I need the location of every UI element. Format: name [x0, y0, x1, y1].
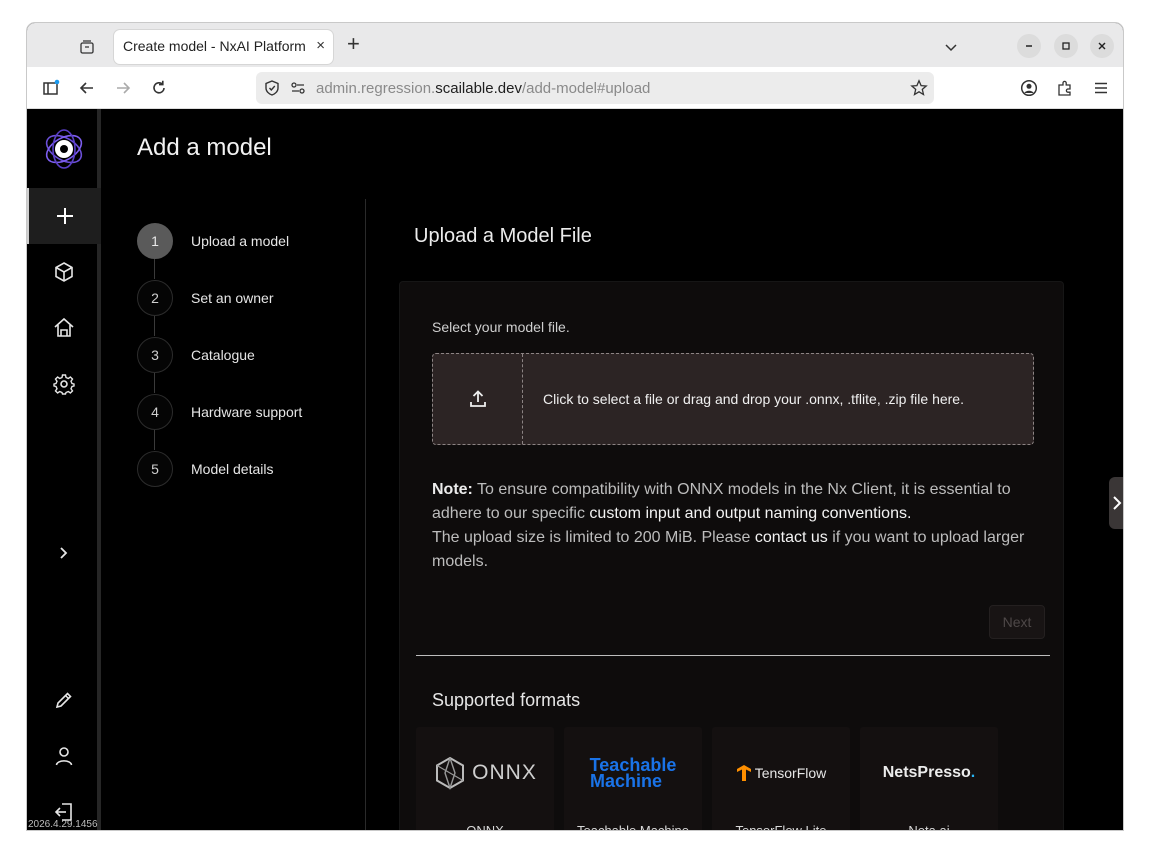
format-card-teachable-machine[interactable]: Teachable Machine Teachable Machine: [564, 727, 702, 831]
select-file-label: Select your model file.: [432, 319, 570, 335]
browser-window: Create model - NxAI Platform × + admin.r…: [26, 22, 1124, 831]
tensorflow-logo-text: TensorFlow: [754, 765, 827, 781]
step-set-owner[interactable]: 2 Set an owner: [137, 280, 365, 318]
step-label: Hardware support: [191, 404, 303, 420]
url-host: scailable.dev: [435, 80, 522, 97]
dropzone-text: Click to select a file or drag and drop …: [543, 391, 964, 407]
nav-user-icon[interactable]: [27, 728, 101, 784]
nav-edit-pencil-icon[interactable]: [27, 672, 101, 728]
format-name: Teachable Machine: [576, 823, 690, 831]
stepper-connector: [154, 430, 155, 450]
app-content: 2026.4.29.1456 Add a model 1 Upload a mo…: [27, 109, 1123, 831]
browser-toolbar: admin.regression.scailable.dev/add-model…: [27, 67, 1123, 109]
section-title: Upload a Model File: [414, 225, 592, 247]
teachable-machine-logo: Teachable Machine: [564, 727, 702, 819]
teachable-logo-line2: Machine: [589, 771, 663, 791]
site-permissions-icon[interactable]: [290, 80, 306, 101]
step-catalogue[interactable]: 3 Catalogue: [137, 337, 365, 375]
step-model-details[interactable]: 5 Model details: [137, 451, 365, 489]
netspresso-dot-icon: .: [970, 764, 976, 781]
size-limit-text: The upload size is limited to 200 MiB. P…: [432, 529, 755, 546]
format-name: ONNX: [466, 823, 504, 831]
step-number: 2: [137, 280, 173, 316]
format-card-onnx[interactable]: ONNX ONNX: [416, 727, 554, 831]
next-button[interactable]: Next: [989, 605, 1045, 639]
tensorflow-logo: TensorFlow: [712, 727, 850, 819]
version-label: 2026.4.29.1456: [28, 819, 98, 830]
sidebar-toggle-icon[interactable]: [39, 76, 63, 100]
format-name: TensorFlow Lite: [735, 823, 827, 831]
nav-settings-gear-icon[interactable]: [27, 356, 101, 412]
step-number: 5: [137, 451, 173, 487]
upload-card: Select your model file. Click to select …: [399, 281, 1064, 831]
note-label: Note:: [432, 481, 473, 498]
stepper-connector: [154, 316, 155, 336]
supported-formats-title: Supported formats: [432, 690, 581, 710]
section-divider: [416, 655, 1050, 656]
step-number: 1: [137, 223, 173, 259]
bookmark-star-icon[interactable]: [910, 79, 928, 102]
side-panel-chevron-icon[interactable]: [1109, 477, 1123, 529]
naming-conventions-link[interactable]: custom input and output naming conventio…: [589, 505, 911, 522]
shield-icon[interactable]: [264, 80, 280, 101]
upload-note: Note: To ensure compatibility with ONNX …: [432, 478, 1032, 574]
step-label: Upload a model: [191, 233, 290, 249]
onnx-logo: ONNX: [416, 727, 554, 819]
step-number: 4: [137, 394, 173, 430]
nav-rail: 2026.4.29.1456: [27, 109, 101, 830]
url-text: admin.regression.scailable.dev/add-model…: [316, 80, 650, 97]
netspresso-logo-text: NetsPresso: [882, 764, 971, 781]
tab-bar: Create model - NxAI Platform × +: [27, 23, 1123, 67]
step-upload-model[interactable]: 1 Upload a model: [137, 223, 365, 261]
tab-overview-icon[interactable]: [75, 35, 99, 59]
tab-close-icon[interactable]: ×: [316, 37, 325, 54]
format-name: Nota.ai: [908, 823, 950, 831]
extensions-icon[interactable]: [1053, 76, 1077, 100]
stepper-connector: [154, 373, 155, 393]
nav-models-cube-icon[interactable]: [27, 244, 101, 300]
maximize-button[interactable]: [1054, 34, 1078, 58]
stepper-connector: [154, 259, 155, 279]
step-number: 3: [137, 337, 173, 373]
account-icon[interactable]: [1017, 76, 1041, 100]
step-label: Catalogue: [191, 347, 255, 363]
page-title: Add a model: [137, 134, 272, 161]
onnx-logo-text: ONNX: [472, 761, 537, 784]
format-card-nota-ai[interactable]: NetsPresso. Nota.ai: [860, 727, 998, 831]
format-card-tensorflow-lite[interactable]: TensorFlow TensorFlow Lite: [712, 727, 850, 831]
stepper-divider: [365, 199, 366, 830]
expand-rail-chevron-icon[interactable]: [27, 525, 101, 581]
step-label: Set an owner: [191, 290, 274, 306]
file-dropzone[interactable]: Click to select a file or drag and drop …: [432, 353, 1034, 445]
new-tab-button[interactable]: +: [347, 33, 360, 55]
address-bar[interactable]: admin.regression.scailable.dev/add-model…: [256, 72, 934, 104]
reload-icon[interactable]: [147, 76, 171, 100]
menu-icon[interactable]: [1089, 76, 1113, 100]
url-prefix: admin.regression.: [316, 80, 436, 97]
netspresso-logo: NetsPresso.: [860, 727, 998, 819]
step-label: Model details: [191, 461, 274, 477]
app-logo[interactable]: [27, 121, 101, 177]
active-tab[interactable]: Create model - NxAI Platform ×: [114, 30, 333, 64]
close-window-button[interactable]: [1090, 34, 1114, 58]
upload-icon: [433, 354, 523, 444]
back-icon[interactable]: [75, 76, 99, 100]
step-hardware-support[interactable]: 4 Hardware support: [137, 394, 365, 432]
nav-home-icon[interactable]: [27, 300, 101, 356]
url-path: /add-model#upload: [521, 80, 651, 97]
tab-title: Create model - NxAI Platform: [123, 38, 306, 54]
tab-list-chevron-icon[interactable]: [939, 35, 963, 59]
forward-icon[interactable]: [111, 76, 135, 100]
minimize-button[interactable]: [1017, 34, 1041, 58]
nav-add-model-icon[interactable]: [27, 188, 101, 244]
contact-us-link[interactable]: contact us: [755, 529, 828, 546]
